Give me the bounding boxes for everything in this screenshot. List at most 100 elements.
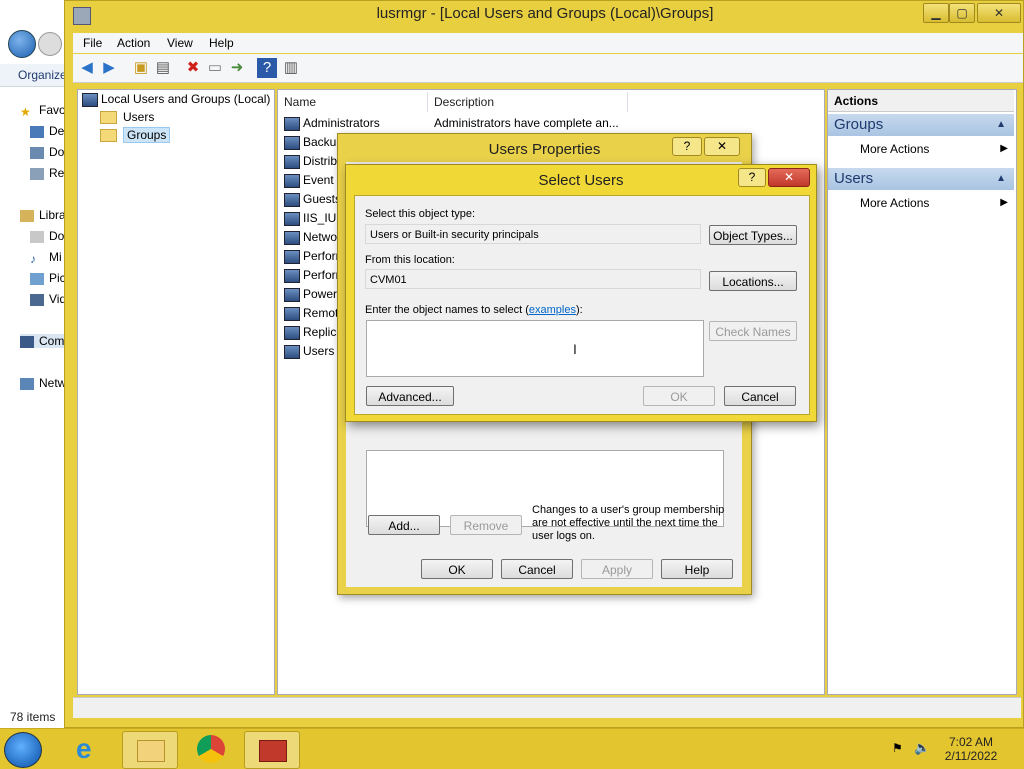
properties-icon[interactable]: ▭ (205, 58, 225, 78)
internet-explorer-icon[interactable]: e (64, 731, 118, 767)
table-row[interactable]: Perforn (284, 249, 342, 264)
group-icon (284, 135, 300, 150)
up-folder-icon[interactable]: ▣ (131, 58, 151, 78)
tree-root[interactable]: Local Users and Groups (Local) (82, 92, 270, 107)
library-icon (20, 209, 34, 222)
locations-button[interactable]: Locations... (709, 271, 797, 291)
check-names-button[interactable]: Check Names (709, 321, 797, 341)
export-icon[interactable]: ➜ (227, 58, 247, 78)
group-icon (284, 249, 300, 264)
menu-view[interactable]: View (167, 36, 193, 50)
object-names-label: Enter the object names to select (exampl… (365, 304, 583, 316)
cancel-button[interactable]: Cancel (724, 386, 796, 406)
nav-computer[interactable]: Com (20, 334, 65, 348)
delete-icon[interactable]: ✖ (183, 58, 203, 78)
menu-help[interactable]: Help (209, 36, 234, 50)
row-name: Networ (303, 230, 342, 244)
console-tree: Local Users and Groups (Local) Users Gro… (77, 89, 275, 695)
advanced-button[interactable]: Advanced... (366, 386, 454, 406)
group-icon (284, 325, 300, 340)
nav-pictures[interactable]: Pic (30, 271, 66, 285)
computer-users-icon (82, 92, 98, 107)
menu-file[interactable]: File (83, 36, 102, 50)
examples-link[interactable]: examples (529, 304, 576, 316)
group-icon (284, 192, 300, 207)
nav-desktop[interactable]: De (30, 124, 64, 138)
more-actions-users[interactable]: More Actions (860, 196, 929, 210)
downloads-icon (30, 146, 44, 159)
table-row[interactable]: Users (284, 344, 334, 359)
nav-downloads[interactable]: Do (30, 145, 64, 159)
menu-action[interactable]: Action (117, 36, 150, 50)
show-hide-tree-icon[interactable]: ▤ (153, 58, 173, 78)
close-button[interactable]: ✕ (704, 137, 740, 156)
cancel-button[interactable]: Cancel (501, 559, 573, 579)
group-icon (284, 344, 300, 359)
more-actions-groups[interactable]: More Actions (860, 142, 929, 156)
object-types-button[interactable]: Object Types... (709, 225, 797, 245)
close-button[interactable]: ✕ (768, 168, 810, 187)
tree-item-users[interactable]: Users (100, 110, 154, 125)
ok-button[interactable]: OK (421, 559, 493, 579)
ok-button[interactable]: OK (643, 386, 715, 406)
table-row[interactable]: Administrators Administrators have comple… (284, 116, 619, 131)
column-description[interactable]: Description (428, 92, 628, 112)
table-row[interactable]: Networ (284, 230, 341, 245)
organize-menu[interactable]: Organize (0, 64, 70, 87)
chrome-icon[interactable] (184, 731, 238, 767)
column-name[interactable]: Name (278, 92, 428, 112)
star-icon: ★ (20, 104, 31, 119)
table-row[interactable]: Remote (284, 306, 345, 321)
forward-arrow-icon[interactable]: ▶ (99, 58, 119, 78)
select-users-dialog: Select Users ? ✕ Select this object type… (345, 164, 817, 422)
volume-icon[interactable]: 🔈 (914, 740, 930, 756)
help-button[interactable]: ? (738, 168, 766, 187)
maximize-button[interactable]: ▢ (949, 3, 975, 23)
chrome-logo (197, 735, 225, 763)
text-cursor-icon: I (573, 341, 577, 357)
toolbar: ◀ ▶ ▣ ▤ ✖ ▭ ➜ ? ▥ (73, 54, 1023, 83)
nav-videos[interactable]: Vid (30, 292, 66, 306)
music-icon: ♪ (30, 251, 36, 266)
add-button[interactable]: Add... (368, 515, 440, 535)
nav-music[interactable]: ♪ Mi (30, 250, 62, 266)
forward-icon[interactable] (38, 32, 62, 56)
group-icon (284, 154, 300, 169)
object-names-input[interactable]: I (366, 320, 704, 377)
minimize-button[interactable]: ▁ (923, 3, 949, 23)
back-arrow-icon[interactable]: ◀ (77, 58, 97, 78)
table-row[interactable]: Backup (284, 135, 343, 150)
remove-button[interactable]: Remove (450, 515, 522, 535)
folder-icon (100, 111, 117, 125)
table-row[interactable]: Replica (284, 325, 343, 340)
table-row[interactable]: Perforn (284, 268, 342, 283)
table-row[interactable]: Guests (284, 192, 341, 207)
actions-section-users[interactable]: Users ▲ (828, 168, 1014, 190)
start-button[interactable] (4, 732, 42, 768)
clock[interactable]: 7:02 AM 2/11/2022 (936, 735, 1006, 763)
nav-documents[interactable]: Do (30, 229, 64, 243)
apply-button[interactable]: Apply (581, 559, 653, 579)
table-row[interactable]: Event L (284, 173, 344, 188)
help-dialog-button[interactable]: Help (661, 559, 733, 579)
computer-icon (20, 335, 34, 348)
actions-section-groups[interactable]: Groups ▲ (828, 114, 1014, 136)
help-button[interactable]: ? (672, 137, 702, 156)
table-row[interactable]: Distribu (284, 154, 344, 169)
back-icon[interactable] (8, 30, 36, 58)
console-tree-icon[interactable]: ▥ (281, 58, 301, 78)
tree-item-groups[interactable]: Groups (100, 127, 171, 143)
computer-management-icon[interactable] (244, 731, 300, 769)
file-explorer-icon[interactable] (122, 731, 178, 769)
nav-libraries[interactable]: Libra (20, 208, 66, 222)
help-icon[interactable]: ? (257, 58, 277, 78)
folder-icon (100, 129, 117, 143)
clock-time: 7:02 AM (948, 735, 994, 749)
window-close-button[interactable]: ✕ (977, 3, 1021, 23)
nav-recent[interactable]: Re (30, 166, 64, 180)
nav-network[interactable]: Netw (20, 376, 66, 390)
action-center-icon[interactable]: ⚑ (892, 741, 903, 755)
toolbox-icon (259, 740, 287, 762)
actions-header: Actions (828, 90, 1014, 112)
nav-favorites[interactable]: ★ Favo (20, 103, 66, 119)
